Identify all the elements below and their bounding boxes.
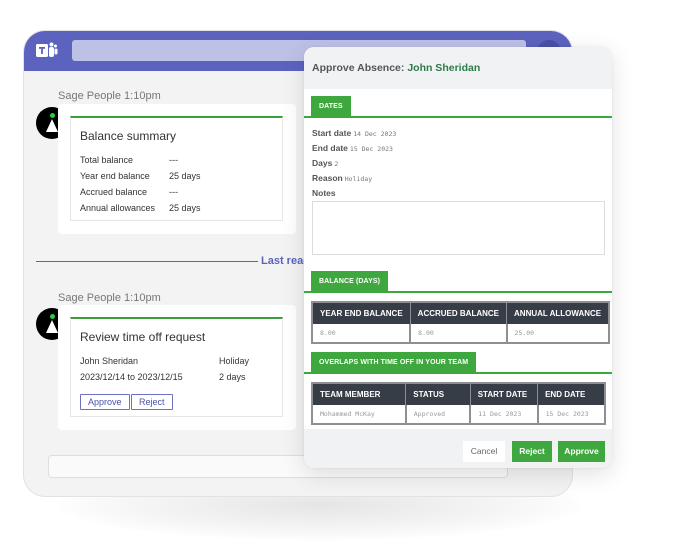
balance-value: 25 days [169,203,201,213]
dialog-header: Approve Absence: John Sheridan [304,47,612,89]
time-off-request-card: Review time off request John Sheridan Ho… [70,317,283,417]
overlaps-section-tab: OVERLAPS WITH TIME OFF IN YOUR TEAM [311,352,477,373]
notes-textarea[interactable] [312,201,605,255]
status-dot-icon [50,113,55,118]
balance-table: YEAR END BALANCE ACCRUED BALANCE ANNUAL … [311,301,611,344]
table-cell: Mohammed McKay [312,405,407,424]
balance-label: Annual allowances [80,203,156,213]
table-cell: 11 Dec 2023 [470,405,539,424]
employee-name: John Sheridan [80,356,139,366]
end-date-value: 15 Dec 2023 [349,145,393,153]
card-title: Balance summary [80,129,177,143]
message-bubble: Review time off request John Sheridan Ho… [58,305,296,430]
table-cell: 25.00 [506,324,611,343]
sage-logo-icon [46,119,58,132]
balance-value: 25 days [169,171,201,181]
card-reject-button[interactable]: Reject [131,394,173,410]
last-read-divider [36,261,258,262]
start-date-label: Start date [312,128,352,138]
column-header: START DATE [470,383,539,405]
approve-button[interactable]: Approve [558,441,605,462]
section-divider [304,291,612,293]
microsoft-teams-icon [36,42,58,57]
cancel-button[interactable]: Cancel [463,441,505,462]
column-header: STATUS [405,383,471,405]
table-row: 8.00 8.00 25.00 [312,324,611,343]
table-header-row: YEAR END BALANCE ACCRUED BALANCE ANNUAL … [312,302,610,324]
message-bubble: Balance summary Total balance --- Year e… [58,104,296,234]
reason-field: Reason Holiday [312,173,372,183]
card-title: Review time off request [80,330,206,344]
absence-type: Holiday [219,356,250,366]
column-header: ACCRUED BALANCE [410,302,508,324]
column-header: YEAR END BALANCE [312,302,411,324]
table-row: Mohammed McKay Approved 11 Dec 2023 15 D… [312,405,607,424]
days-label: Days [312,158,333,168]
balance-value: --- [169,155,178,165]
dialog-title-prefix: Approve Absence: [312,62,405,74]
end-date-field: End date 15 Dec 2023 [312,143,393,153]
reject-button[interactable]: Reject [512,441,552,462]
days-value: 2 [334,160,339,168]
section-divider [304,372,612,374]
date-range: 2023/12/14 to 2023/12/15 [80,372,183,382]
start-date-field: Start date 14 Dec 2023 [312,128,396,138]
last-read-label: Last read [261,255,310,267]
dialog-title-employee: John Sheridan [407,62,481,74]
sage-logo-icon [46,320,58,333]
card-approve-button[interactable]: Approve [80,394,130,410]
message-sender-time: Sage People 1:10pm [58,292,161,304]
table-cell: 15 Dec 2023 [537,405,607,424]
end-date-label: End date [312,143,348,153]
status-dot-icon [50,314,55,319]
dates-section-tab: DATES [311,96,351,117]
balance-value: --- [169,187,178,197]
balance-label: Total balance [80,155,134,165]
reason-value: Holiday [344,175,373,183]
column-header: END DATE [537,383,606,405]
table-cell: 8.00 [410,324,508,343]
days-field: Days 2 [312,158,338,168]
notes-label: Notes [312,188,336,198]
dialog-title: Approve Absence: John Sheridan [312,62,480,74]
column-header: ANNUAL ALLOWANCE [506,302,610,324]
duration: 2 days [219,372,246,382]
start-date-value: 14 Dec 2023 [353,130,397,138]
column-header: TEAM MEMBER [312,383,407,405]
balance-summary-card: Balance summary Total balance --- Year e… [70,116,283,221]
table-cell: 8.00 [312,324,412,343]
message-sender-time: Sage People 1:10pm [58,90,161,102]
section-divider [304,116,612,118]
approve-absence-dialog: Approve Absence: John Sheridan DATES Sta… [304,47,612,468]
table-header-row: TEAM MEMBER STATUS START DATE END DATE [312,383,606,405]
balance-section-tab: BALANCE (DAYS) [311,271,389,292]
overlaps-table: TEAM MEMBER STATUS START DATE END DATE M… [311,382,607,425]
table-cell: Approved [405,405,472,424]
balance-label: Year end balance [80,171,150,181]
balance-label: Accrued balance [80,187,148,197]
reason-label: Reason [312,173,343,183]
